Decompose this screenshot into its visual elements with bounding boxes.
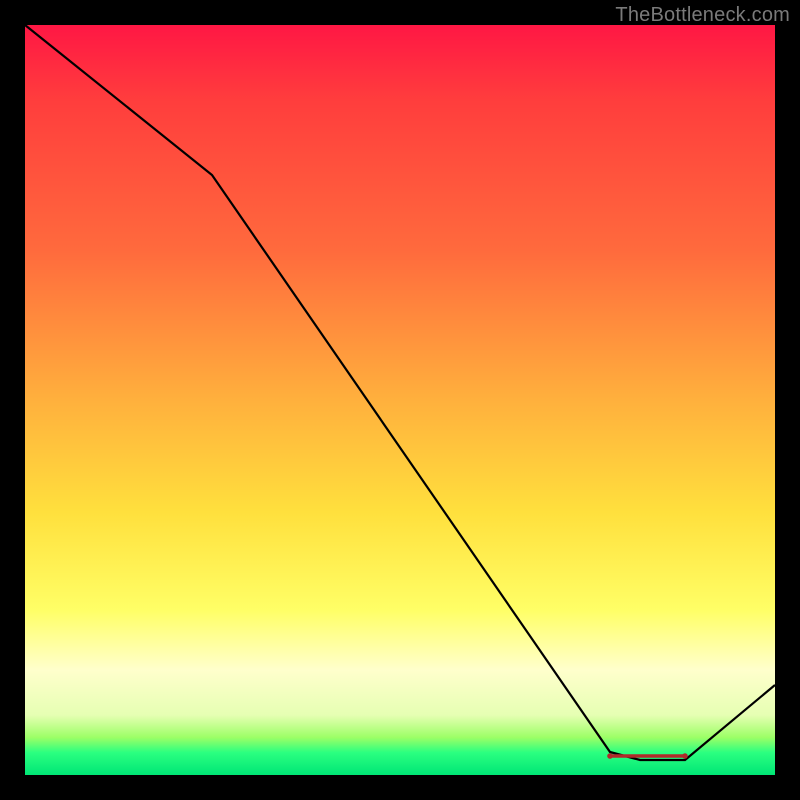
watermark-text: TheBottleneck.com	[615, 4, 790, 27]
minimum-region-end-dot	[682, 753, 688, 759]
bottleneck-curve-line	[25, 25, 775, 760]
minimum-region-start-dot	[607, 753, 613, 759]
chart-container: TheBottleneck.com	[0, 0, 800, 800]
chart-svg	[25, 25, 775, 775]
